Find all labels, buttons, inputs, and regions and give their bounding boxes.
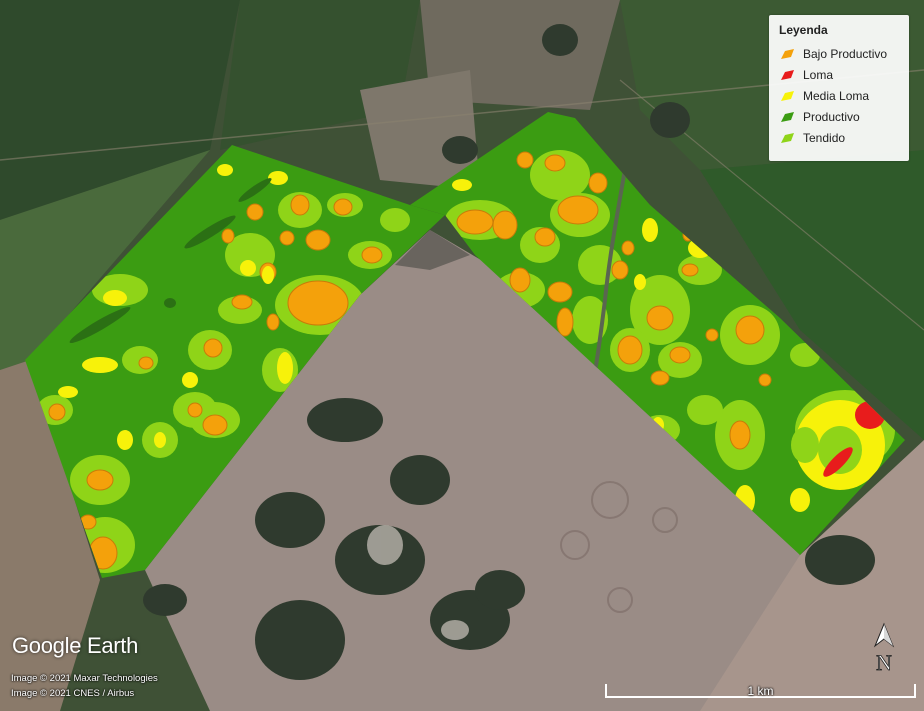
scale-label: 1 km (747, 684, 774, 698)
imagery-credit-maxar: Image © 2021 Maxar Technologies (11, 673, 158, 684)
legend-swatch (779, 111, 795, 123)
scale-bar: 1 km (605, 683, 916, 699)
legend-swatch (779, 69, 795, 81)
legend-item-media-loma: Media Loma (779, 85, 899, 106)
legend-title: Leyenda (779, 23, 828, 37)
legend-label: Bajo Productivo (803, 46, 888, 61)
swatch-shape (781, 111, 794, 122)
swatch-shape (781, 90, 794, 101)
legend-label: Tendido (803, 130, 846, 145)
north-arrow-icon: N (872, 622, 896, 678)
legend-label: Loma (803, 67, 834, 82)
legend-swatch (779, 90, 795, 102)
legend-item-productivo: Productivo (779, 106, 899, 127)
north-label: N (876, 650, 892, 675)
google-earth-logo: Google Earth (12, 633, 139, 658)
map-view[interactable]: Leyenda Bajo Productivo Loma Media Loma … (0, 0, 924, 711)
legend-swatch (779, 48, 795, 60)
map-legend: Leyenda Bajo Productivo Loma Media Loma … (769, 15, 909, 161)
swatch-shape (781, 69, 794, 80)
legend-item-bajo-productivo: Bajo Productivo (779, 43, 899, 64)
legend-label: Media Loma (803, 88, 870, 103)
legend-label: Productivo (803, 109, 860, 124)
legend-swatch (779, 132, 795, 144)
legend-item-tendido: Tendido (779, 127, 899, 148)
legend-item-loma: Loma (779, 64, 899, 85)
imagery-credit-cnes: Image © 2021 CNES / Airbus (11, 688, 135, 699)
swatch-shape (781, 132, 794, 143)
swatch-shape (781, 48, 794, 59)
